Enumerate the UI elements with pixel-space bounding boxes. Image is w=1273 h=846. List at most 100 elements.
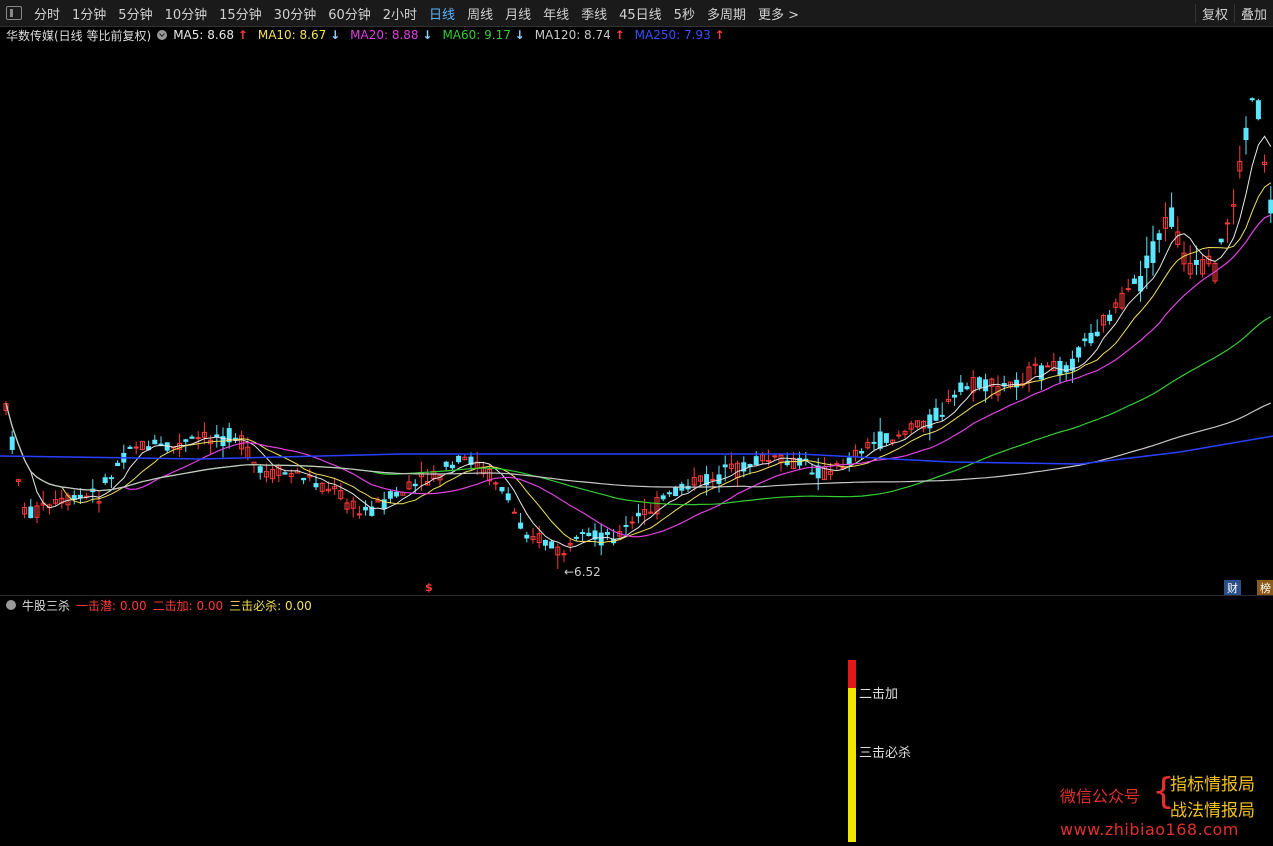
candle-body bbox=[722, 464, 728, 468]
ma-legend-item-0: MA5: 8.68 ↑ bbox=[173, 28, 248, 42]
candle-body bbox=[301, 477, 307, 481]
candle-body bbox=[1156, 233, 1162, 240]
candle-body bbox=[877, 431, 883, 449]
ma-trend-arrow: ↓ bbox=[514, 28, 525, 42]
tab-period-14[interactable]: 5秒 bbox=[668, 4, 701, 23]
ma-legend-item-3: MA60: 9.17 ↓ bbox=[442, 28, 525, 42]
candle-body bbox=[1057, 360, 1063, 376]
overlay-button[interactable]: 叠加 bbox=[1233, 3, 1273, 23]
tab-period-11[interactable]: 年线 bbox=[537, 4, 575, 23]
tab-period-12[interactable]: 季线 bbox=[575, 4, 613, 23]
ma-trend-arrow: ↓ bbox=[422, 28, 433, 42]
ma-trend-arrow: ↑ bbox=[237, 28, 248, 42]
candle-body bbox=[363, 506, 369, 511]
settings-icon[interactable] bbox=[157, 30, 168, 40]
fuquan-button[interactable]: 复权 bbox=[1194, 3, 1234, 23]
candle-body bbox=[1169, 207, 1175, 227]
tab-period-2[interactable]: 5分钟 bbox=[112, 4, 158, 23]
indicator-value-2: 三击必杀: 0.00 bbox=[229, 598, 312, 613]
period-tabs: 分时 1分钟 5分钟 10分钟 15分钟 30分钟 60分钟 2小时 日线 周线 月线 年线 季线 45日… bbox=[28, 4, 805, 23]
candle-body bbox=[580, 532, 586, 535]
candle-body bbox=[133, 446, 139, 449]
tab-period-16[interactable]: 更多 > bbox=[752, 4, 805, 23]
tab-period-13[interactable]: 45日线 bbox=[613, 4, 668, 23]
ma250-line bbox=[0, 435, 1273, 465]
candle-body bbox=[772, 455, 778, 458]
candle-body bbox=[394, 491, 400, 497]
candle-body bbox=[1088, 332, 1094, 344]
candle-body bbox=[1131, 278, 1137, 284]
ma-legend-item-2: MA20: 8.88 ↓ bbox=[350, 28, 433, 42]
candle-body bbox=[1045, 365, 1051, 368]
candle-body bbox=[1243, 127, 1249, 141]
watermark-brand2: 战法情报局 bbox=[1170, 801, 1255, 821]
tab-period-6[interactable]: 60分钟 bbox=[322, 4, 377, 23]
tab-period-10[interactable]: 月线 bbox=[499, 4, 537, 23]
candle-body bbox=[183, 439, 189, 442]
candle-body bbox=[115, 462, 121, 467]
candle-body bbox=[859, 450, 865, 454]
candle-body bbox=[282, 472, 288, 475]
candle-body bbox=[518, 522, 524, 529]
indicator-settings-icon[interactable] bbox=[6, 600, 16, 610]
candle-body bbox=[1224, 222, 1230, 225]
candle-body bbox=[939, 414, 945, 417]
candle-body bbox=[449, 464, 455, 469]
candle-body bbox=[766, 459, 772, 462]
candle-body bbox=[511, 511, 517, 514]
ma60-line bbox=[5, 316, 1272, 506]
candle-body bbox=[1249, 98, 1255, 101]
stock-title: 华数传媒(日线 等比前复权) bbox=[6, 28, 152, 43]
candle-body bbox=[443, 461, 449, 467]
tab-period-9[interactable]: 周线 bbox=[461, 4, 499, 23]
rank-badge[interactable]: 榜 bbox=[1257, 580, 1273, 596]
candle-body bbox=[604, 531, 610, 535]
tab-period-8[interactable]: 日线 bbox=[423, 4, 461, 23]
candle-body bbox=[152, 439, 158, 445]
ma-trend-arrow: ↑ bbox=[714, 28, 725, 42]
candle-body bbox=[1094, 331, 1100, 337]
candle-body bbox=[573, 536, 579, 539]
candle-body bbox=[1138, 275, 1144, 292]
ma-trend-arrow: ↓ bbox=[330, 28, 341, 42]
candle-body bbox=[846, 457, 852, 465]
candle-body bbox=[635, 512, 641, 517]
candle-body bbox=[1144, 255, 1150, 269]
tab-period-4[interactable]: 15分钟 bbox=[213, 4, 268, 23]
ma10-line bbox=[5, 182, 1272, 544]
candle-body bbox=[189, 436, 195, 439]
tab-period-0[interactable]: 分时 bbox=[28, 4, 66, 23]
indicator-legend: 牛股三杀 一击潜: 0.00 二击加: 0.00 三击必杀: 0.00 bbox=[0, 597, 324, 613]
finance-badge[interactable]: 财 bbox=[1224, 580, 1241, 596]
signal-marker: $ bbox=[425, 581, 433, 594]
panel-toggle-icon[interactable] bbox=[6, 6, 22, 20]
tab-period-15[interactable]: 多周期 bbox=[701, 4, 752, 23]
candle-body bbox=[933, 407, 939, 421]
candle-body bbox=[1150, 241, 1156, 263]
toolbar-right: 复权 叠加 bbox=[1194, 0, 1273, 26]
candle-body bbox=[623, 524, 629, 527]
candle-body bbox=[1076, 347, 1082, 358]
candle-body bbox=[127, 446, 133, 449]
candle-body bbox=[964, 386, 970, 390]
candle-body bbox=[356, 513, 362, 516]
indicator-name: 牛股三杀 bbox=[22, 598, 71, 613]
candle-body bbox=[1082, 338, 1088, 342]
low-price-marker: ←6.52 bbox=[564, 565, 601, 579]
kline-chart[interactable] bbox=[0, 44, 1273, 594]
candle-body bbox=[549, 541, 555, 549]
tab-period-5[interactable]: 30分钟 bbox=[268, 4, 323, 23]
candle-body bbox=[958, 382, 964, 392]
candle-body bbox=[883, 433, 889, 443]
tab-period-3[interactable]: 10分钟 bbox=[159, 4, 214, 23]
candle-body bbox=[673, 487, 679, 497]
candle-body bbox=[108, 477, 114, 480]
ma-legend-item-1: MA10: 8.67 ↓ bbox=[257, 28, 341, 42]
tab-period-1[interactable]: 1分钟 bbox=[66, 4, 112, 23]
candle-body bbox=[257, 466, 263, 473]
indicator-value-1: 二击加: 0.00 bbox=[152, 598, 224, 613]
tab-period-7[interactable]: 2小时 bbox=[377, 4, 423, 23]
candle-body bbox=[586, 532, 592, 536]
indicator-bar-label-top: 二击加 bbox=[859, 687, 899, 702]
candle-body bbox=[927, 414, 933, 429]
